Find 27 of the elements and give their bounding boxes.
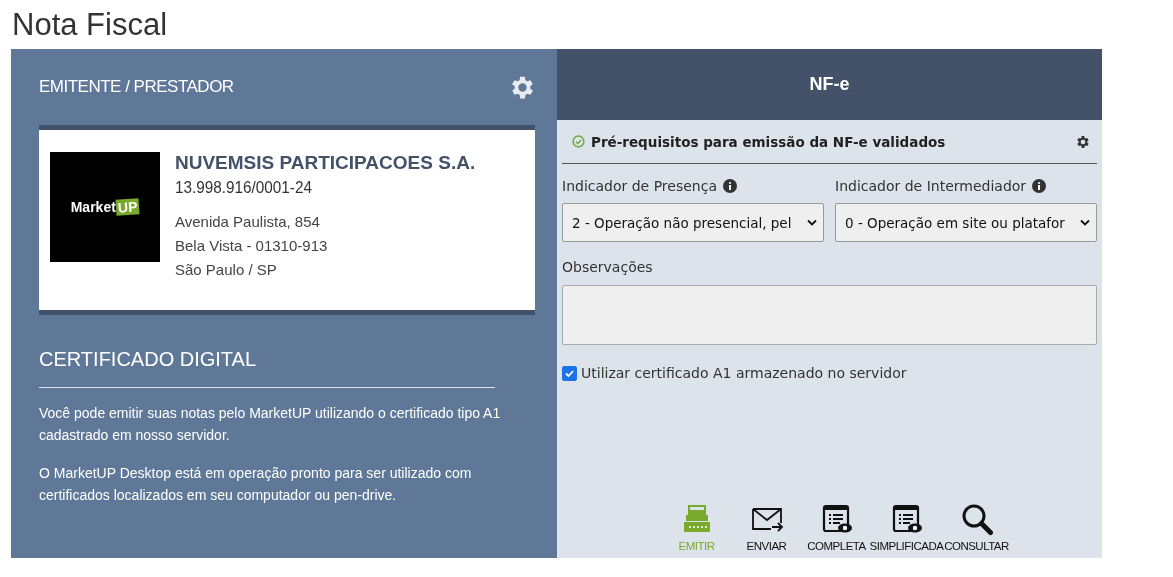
section-heading: CERTIFICADO DIGITAL bbox=[39, 348, 258, 371]
notes-field[interactable] bbox=[562, 285, 1097, 345]
chevron-down-icon bbox=[807, 219, 817, 226]
page-title: Nota Fiscal bbox=[11, 6, 169, 44]
field-label: Indicador de Intermediador bbox=[835, 178, 1027, 194]
status-text: Pré-requisitos para emissão da NF-e validados bbox=[591, 133, 947, 150]
field-label: Indicador de Presença bbox=[562, 178, 717, 194]
company-name: NUVEMSIS PARTICIPACOES S.A. bbox=[175, 152, 476, 174]
settings-icon[interactable] bbox=[1075, 133, 1091, 150]
dropdown-field[interactable]: 2 - Operação não presencial, pel bbox=[562, 203, 824, 242]
preview-action-button[interactable]: SIMPLIFICADA bbox=[871, 502, 942, 552]
info-paragraph: O MarketUP Desktop está em operação pronto para ser utilizado com certificados localizados em seu computador ou pen-drive. bbox=[39, 464, 473, 505]
address-line: São Paulo / SP bbox=[175, 260, 278, 280]
address-line: Avenida Paulista, 854 bbox=[175, 212, 321, 232]
tax-id: 13.998.916/0001-24 bbox=[175, 178, 313, 198]
info-icon[interactable] bbox=[1032, 179, 1047, 193]
chevron-down-icon bbox=[1080, 219, 1090, 226]
section-heading: EMITENTE / PRESTADOR bbox=[39, 77, 234, 97]
company-logo: Market UP bbox=[50, 152, 160, 262]
panel-title: NF-e bbox=[809, 74, 850, 95]
field-label: Observações bbox=[562, 259, 654, 277]
info-icon[interactable] bbox=[723, 179, 737, 193]
info-paragraph: Você pode emitir suas notas pelo MarketUP utilizando o certificado tipo A1 cadastrado em nosso servidor. bbox=[39, 404, 502, 445]
address-line: Bela Vista - 01310-913 bbox=[175, 236, 329, 256]
checkbox-label: Utilizar certificado A1 armazenado no servidor bbox=[581, 365, 907, 381]
dropdown-field[interactable]: 0 - Operação em site ou platafor bbox=[835, 203, 1097, 242]
send-action-button[interactable]: ENVIAR bbox=[731, 502, 802, 552]
